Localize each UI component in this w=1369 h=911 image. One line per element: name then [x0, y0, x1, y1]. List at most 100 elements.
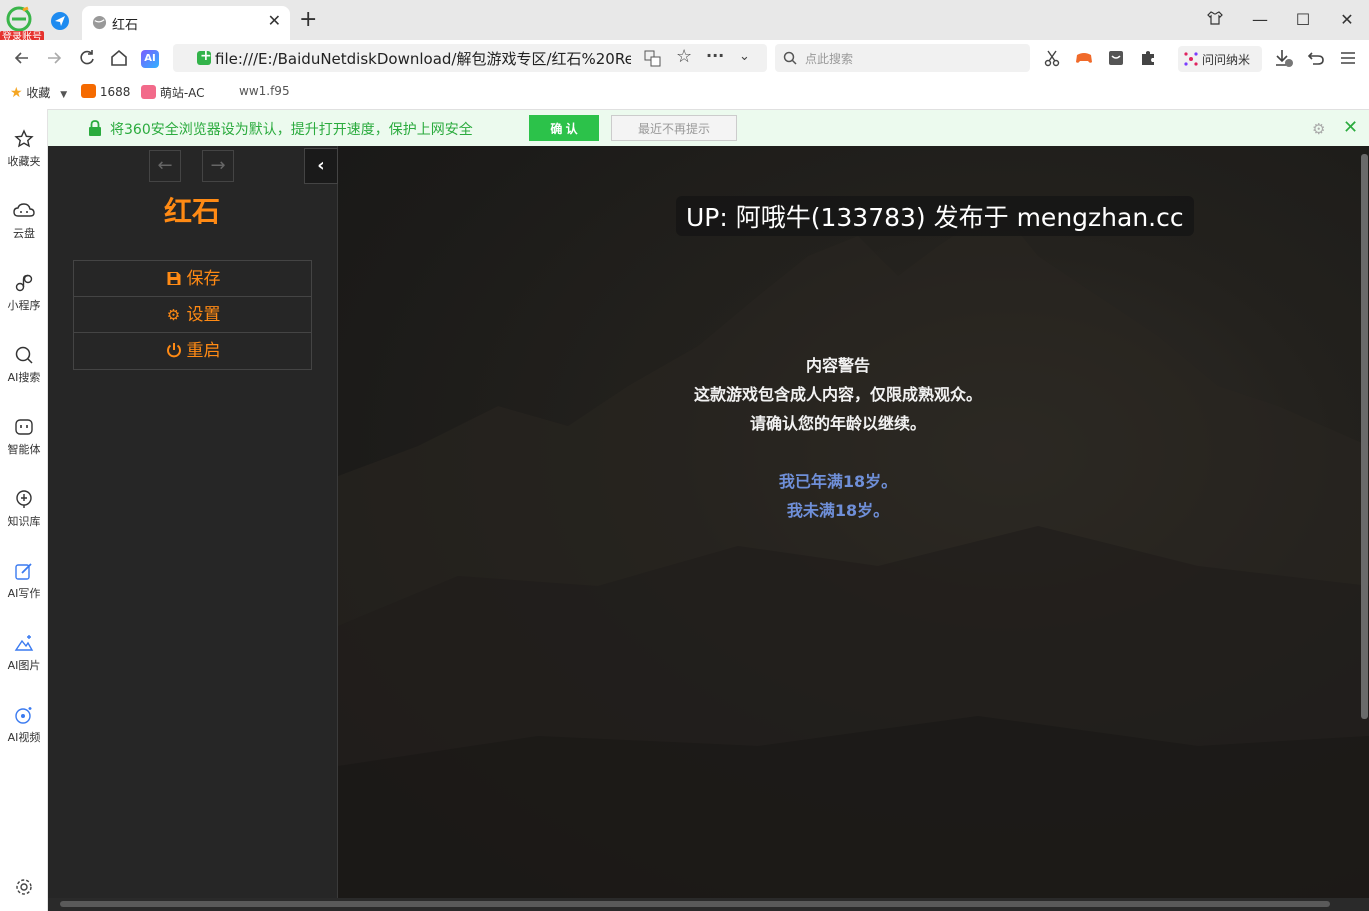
send-icon[interactable]	[51, 12, 69, 30]
menu-item-label: 重启	[186, 341, 221, 361]
default-browser-infobar: 将360安全浏览器设为默认，提升打开速度，保护上网安全 确 认 最近不再提示 ⚙…	[48, 109, 1369, 146]
sidebar-item-label: AI写作	[7, 587, 41, 600]
bookmark-label: 收藏	[26, 86, 51, 100]
knowledge-icon	[16, 490, 32, 508]
refresh-icon[interactable]	[77, 48, 97, 68]
sidebar-item-label: AI视频	[7, 731, 41, 744]
tab-bar: 登录账号 红石 ✕ + — ☐ ✕	[0, 0, 1369, 45]
sidebar-item-ai-video[interactable]: AI视频	[0, 705, 48, 765]
sidebar-item-ai-write[interactable]: AI写作	[0, 561, 48, 621]
bookmarks-bar: ★ 收藏 ▼ 1688 萌站-AC ww1.f95	[0, 76, 1369, 109]
write-icon	[15, 563, 32, 580]
maximize-button[interactable]: ☐	[1293, 10, 1313, 30]
bookmark-1688[interactable]: 1688	[81, 84, 130, 99]
settings-gear-icon[interactable]	[14, 877, 34, 897]
sidebar-item-favorites[interactable]: 收藏夹	[0, 129, 48, 189]
sidebar-item-label: AI搜索	[7, 371, 41, 384]
horizontal-scrollbar[interactable]	[60, 901, 1330, 907]
undo-icon[interactable]	[1306, 48, 1326, 68]
scissors-icon[interactable]	[1042, 48, 1062, 68]
sidebar-item-knowledge[interactable]: 知识库	[0, 489, 48, 549]
star-icon	[14, 129, 34, 148]
url-input[interactable]: file:///E:/BaiduNetdiskDownload/解包游戏专区/红…	[215, 48, 631, 69]
more-icon[interactable]: ···	[706, 46, 724, 65]
sidebar-item-label: 智能体	[7, 443, 41, 456]
game-forward-button[interactable]: →	[202, 150, 234, 182]
agent-icon	[15, 419, 33, 435]
game-controller-icon[interactable]	[1074, 48, 1094, 68]
menu-icon[interactable]	[1338, 48, 1358, 68]
warning-line-1: 这款游戏包含成人内容，仅限成熟观众。	[693, 385, 982, 404]
sidebar-item-label: 知识库	[7, 515, 41, 528]
security-icon[interactable]	[197, 48, 212, 65]
dismiss-button[interactable]: 最近不再提示	[611, 115, 737, 141]
ai-assistant-icon[interactable]: AI	[141, 50, 159, 68]
adult-confirm-link[interactable]: 我已年满18岁。	[338, 467, 1338, 496]
sidebar-item-ai-image[interactable]: AI图片	[0, 633, 48, 693]
home-icon[interactable]	[109, 48, 129, 68]
chevron-down-icon: ▼	[60, 90, 68, 100]
sidebar-item-miniapp[interactable]: 小程序	[0, 273, 48, 333]
navigation-bar: AI file:///E:/BaiduNetdiskDownload/解包游戏专…	[0, 40, 1369, 76]
settings-button[interactable]: ⚙ 设置	[74, 297, 311, 333]
sidebar-item-label: 云盘	[13, 227, 35, 240]
tab-close-icon[interactable]: ✕	[268, 11, 281, 30]
miniapp-icon	[15, 274, 33, 292]
restart-button[interactable]: 重启	[74, 333, 311, 369]
save-button[interactable]: 保存	[74, 261, 311, 297]
close-icon[interactable]: ✕	[1343, 117, 1358, 138]
back-icon[interactable]	[12, 48, 32, 68]
sidebar-item-cloud[interactable]: 云盘	[0, 201, 48, 261]
wenwen-icon	[1184, 52, 1198, 66]
search-icon	[783, 51, 797, 65]
vertical-scrollbar[interactable]	[1361, 154, 1368, 719]
tab-active[interactable]: 红石 ✕	[82, 6, 290, 40]
lock-icon	[89, 120, 101, 136]
skin-icon[interactable]	[1205, 10, 1225, 30]
download-icon[interactable]	[1274, 48, 1294, 68]
uploader-label: UP: 阿哦牛(133783) 发布于 mengzhan.cc	[676, 196, 1194, 236]
chevron-down-icon[interactable]: ⌄	[739, 49, 750, 64]
power-icon	[166, 343, 181, 358]
close-window-button[interactable]: ✕	[1337, 10, 1357, 30]
menu-item-label: 保存	[186, 269, 221, 289]
search-placeholder: 点此搜索	[805, 52, 854, 66]
search-input[interactable]: 点此搜索	[775, 44, 1030, 72]
browser-logo-icon[interactable]	[6, 6, 34, 32]
wenwen-button[interactable]: 问问纳米	[1178, 46, 1262, 72]
warning-title: 内容警告	[805, 356, 870, 375]
game-title: 红石	[163, 195, 220, 228]
game-menu: 保存 ⚙ 设置 重启	[73, 260, 312, 370]
browser-sidebar: 收藏夹 云盘 小程序 AI搜索 智能体 知识库 AI写作 AI图片 AI视频	[0, 109, 48, 911]
bookmark-label: 萌站-AC	[159, 86, 205, 100]
reader-icon[interactable]	[1106, 48, 1126, 68]
translate-icon[interactable]	[644, 50, 661, 67]
bookmark-mengzhan[interactable]: 萌站-AC	[141, 84, 205, 101]
minimize-button[interactable]: —	[1250, 10, 1270, 30]
bookmark-favorites[interactable]: ★ 收藏 ▼	[10, 84, 67, 101]
favorite-star-icon[interactable]: ☆	[676, 46, 692, 67]
forward-icon[interactable]	[44, 48, 64, 68]
sidebar-item-agent[interactable]: 智能体	[0, 417, 48, 477]
game-back-button[interactable]: ←	[149, 150, 181, 182]
bookmark-label: 1688	[99, 85, 131, 99]
globe-icon	[92, 15, 107, 30]
star-icon: ★	[10, 85, 23, 101]
minor-link[interactable]: 我未满18岁。	[338, 496, 1338, 525]
gear-icon: ⚙	[166, 306, 181, 324]
confirm-button[interactable]: 确 认	[529, 115, 599, 141]
image-icon	[14, 635, 34, 651]
address-bar[interactable]: file:///E:/BaiduNetdiskDownload/解包游戏专区/红…	[173, 44, 767, 72]
new-tab-button[interactable]: +	[299, 8, 317, 32]
menu-item-label: 设置	[186, 305, 221, 325]
sidebar-item-ai-search[interactable]: AI搜索	[0, 345, 48, 405]
game-page: ← → ‹ 红石 保存 ⚙ 设置 重启 UP: 阿哦牛(133783) 发布于 m…	[48, 146, 1369, 911]
gear-icon[interactable]: ⚙	[1312, 120, 1325, 138]
collapse-sidebar-button[interactable]: ‹	[304, 148, 338, 184]
cloud-icon	[13, 203, 35, 217]
game-content: UP: 阿哦牛(133783) 发布于 mengzhan.cc 内容警告 这款游…	[338, 146, 1369, 911]
sidebar-item-label: AI图片	[7, 659, 41, 672]
save-icon	[167, 272, 180, 285]
bookmark-f95[interactable]: ww1.f95	[239, 84, 290, 98]
extensions-icon[interactable]	[1138, 48, 1158, 68]
